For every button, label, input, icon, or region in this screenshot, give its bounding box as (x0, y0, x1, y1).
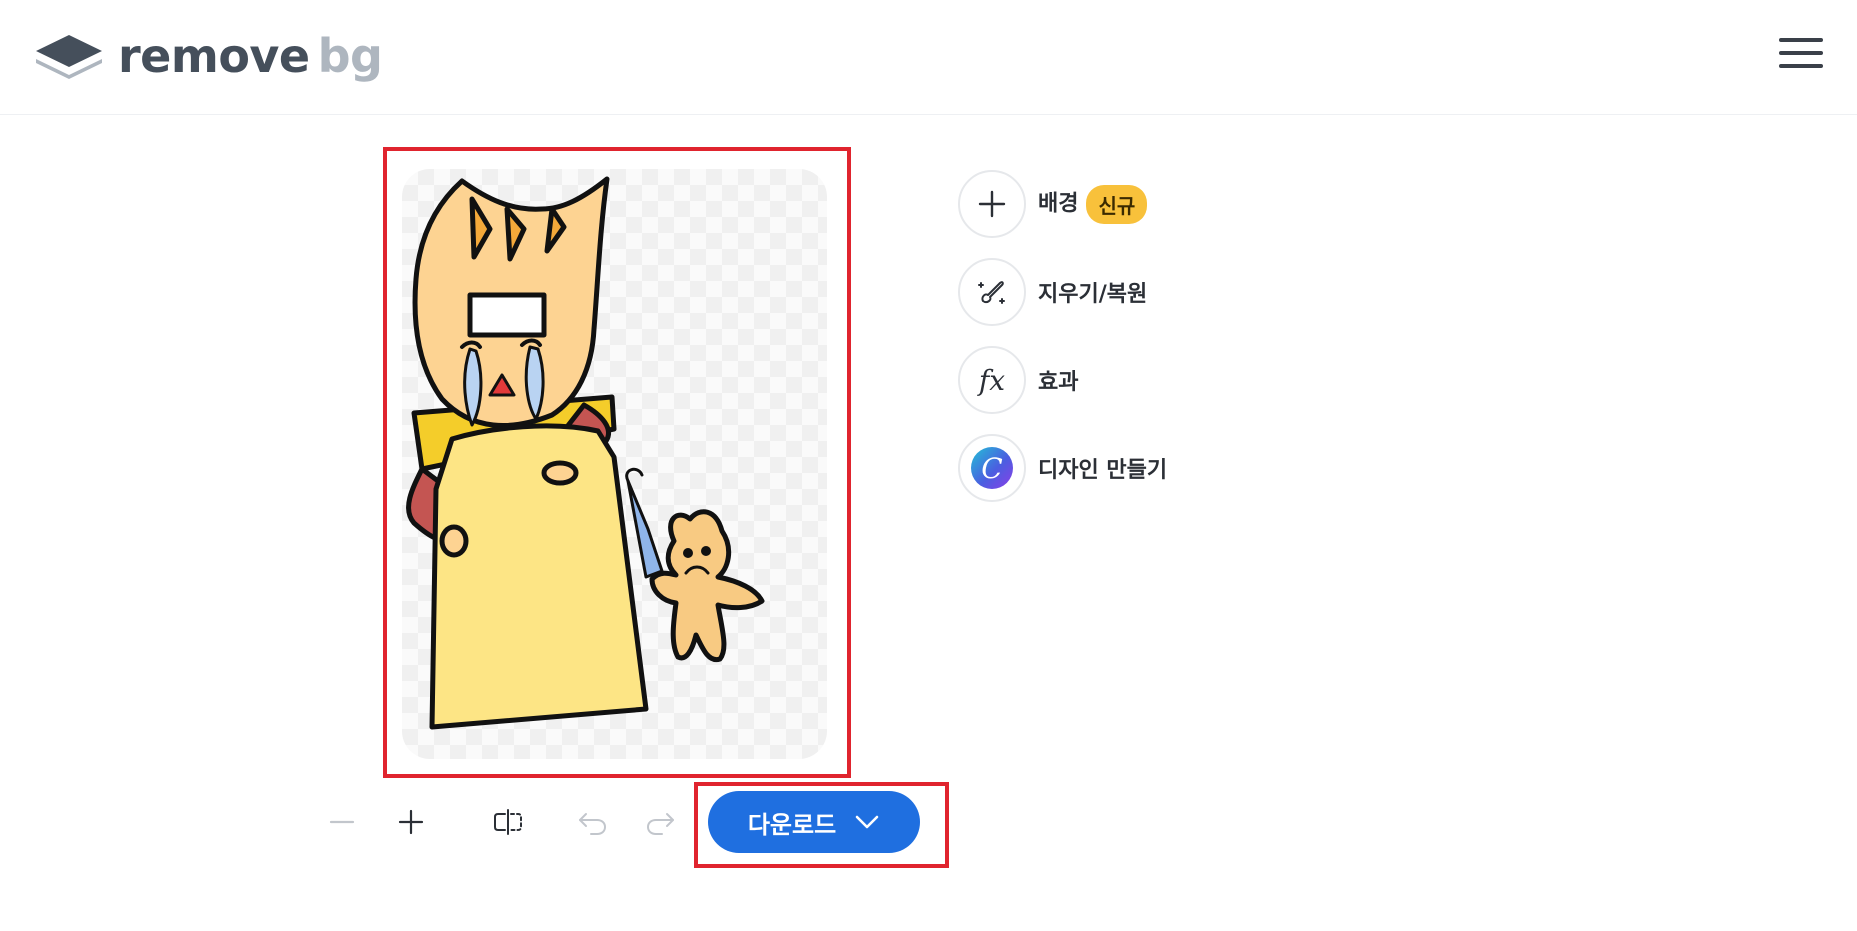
plus-icon (398, 809, 424, 835)
logo-text-remove: remove (118, 29, 310, 83)
minus-icon (329, 820, 355, 824)
canva-logo-icon: C (958, 434, 1026, 502)
download-label: 다운로드 (747, 810, 837, 839)
compare-button[interactable] (486, 800, 530, 844)
tool-erase-restore[interactable]: 지우기/복원 (958, 258, 1147, 326)
removebg-logo[interactable]: remove bg (34, 29, 383, 83)
hamburger-menu-icon[interactable] (1779, 38, 1823, 72)
download-button[interactable]: 다운로드 (708, 791, 920, 853)
fx-icon: fx (958, 346, 1026, 414)
redo-button[interactable] (638, 800, 682, 844)
result-image (402, 169, 827, 759)
tool-background[interactable]: 배경 신규 (958, 170, 1148, 238)
app-header: remove bg (0, 0, 1857, 114)
tool-label-effects: 효과 (1038, 370, 1079, 395)
logo-text-bg: bg (317, 29, 383, 83)
chevron-down-icon (855, 815, 879, 829)
tool-create-design[interactable]: C 디자인 만들기 (958, 434, 1167, 502)
layers-logo-icon (36, 35, 102, 79)
redo-icon (647, 813, 674, 835)
tool-label-create-design: 디자인 만들기 (1038, 458, 1168, 483)
cartoon-illustration (406, 176, 765, 730)
tool-effects[interactable]: fx 효과 (958, 346, 1078, 414)
tool-label-erase-restore: 지우기/복원 (1038, 282, 1148, 307)
undo-icon (579, 813, 606, 835)
compare-icon (494, 809, 522, 835)
tool-label-background: 배경 (1038, 191, 1079, 216)
zoom-in-button[interactable] (389, 800, 433, 844)
magic-brush-icon (958, 258, 1026, 326)
undo-button[interactable] (571, 800, 615, 844)
plus-icon (958, 170, 1026, 238)
zoom-out-button[interactable] (320, 800, 364, 844)
new-badge: 신규 (1086, 184, 1148, 224)
